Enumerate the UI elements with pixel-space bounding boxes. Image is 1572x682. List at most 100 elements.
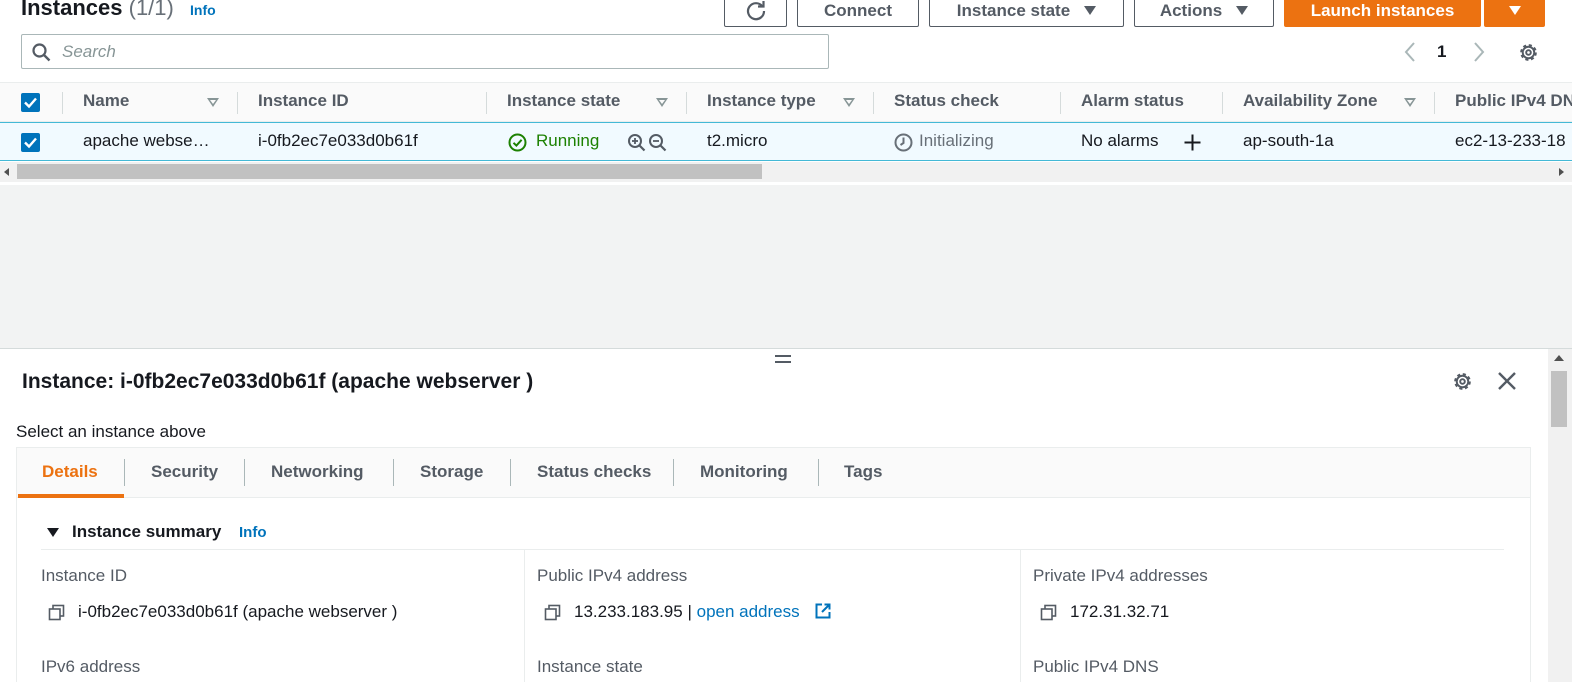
column-header-alarm-status[interactable]: Alarm status (1081, 91, 1184, 111)
zoom-out-icon[interactable] (648, 133, 667, 152)
column-header-name[interactable]: Name (83, 91, 129, 111)
check-circle-icon (508, 133, 527, 152)
column-divider (873, 92, 874, 114)
cell-name: apache webse… (83, 131, 210, 150)
refresh-icon (746, 0, 765, 20)
table-row[interactable]: apache webse… i-0fb2ec7e033d0b61f Runnin… (0, 122, 1572, 161)
column-divider (62, 92, 63, 114)
column-header-instance-id[interactable]: Instance ID (258, 91, 349, 111)
private-ipv4-value: 172.31.32.71 (1070, 602, 1170, 621)
column-divider (237, 92, 238, 114)
connect-label: Connect (824, 0, 892, 20)
cell-alarm-status: No alarms (1081, 131, 1159, 150)
public-ipv4-label: Public IPv4 address (537, 566, 688, 585)
copy-icon[interactable] (48, 604, 65, 621)
scrollbar-thumb[interactable] (17, 164, 762, 179)
column-header-availability-zone[interactable]: Availability Zone (1243, 91, 1377, 111)
tab-storage[interactable]: Storage (420, 462, 483, 482)
caret-down-icon (1508, 6, 1521, 15)
search-input[interactable] (62, 35, 802, 68)
public-ipv4-value-row: 13.233.183.95 | open address (574, 602, 800, 622)
page-title: Instances (1/1) Info (21, 0, 216, 21)
column-divider (1222, 92, 1223, 114)
tab-divider (673, 459, 674, 486)
actions-label: Actions (1159, 0, 1223, 20)
checkmark-icon (24, 97, 37, 109)
tab-security[interactable]: Security (151, 462, 218, 482)
tab-divider (510, 459, 511, 486)
instance-count: (1/1) (128, 0, 174, 20)
scroll-left-icon[interactable] (4, 168, 9, 176)
tab-divider (393, 459, 394, 486)
vertical-scrollbar[interactable] (1548, 349, 1572, 682)
gear-icon[interactable] (1517, 41, 1540, 64)
close-icon[interactable] (1496, 370, 1518, 392)
gear-icon[interactable] (1451, 370, 1474, 393)
cell-instance-id-link[interactable]: i-0fb2ec7e033d0b61f (258, 131, 418, 151)
zoom-in-icon[interactable] (627, 133, 646, 152)
column-header-public-dns[interactable]: Public IPv4 DN (1455, 91, 1572, 111)
launch-options-dropdown[interactable] (1484, 0, 1545, 27)
column-header-instance-state[interactable]: Instance state (507, 91, 620, 111)
tab-networking[interactable]: Networking (271, 462, 364, 482)
search-box[interactable] (21, 34, 829, 69)
tab-monitoring[interactable]: Monitoring (700, 462, 788, 482)
horizontal-scrollbar[interactable] (0, 162, 1572, 182)
column-divider (686, 92, 687, 114)
scroll-right-icon[interactable] (1559, 168, 1564, 176)
column-divider (524, 550, 525, 682)
tab-details[interactable]: Details (42, 462, 98, 482)
sort-icon[interactable] (207, 98, 219, 107)
instance-summary-heading[interactable]: Instance summary (72, 522, 221, 542)
open-address-link[interactable]: open address (697, 602, 800, 621)
cell-instance-type: t2.micro (707, 131, 768, 150)
connect-button[interactable]: Connect (797, 0, 919, 27)
private-ipv4-label: Private IPv4 addresses (1033, 566, 1208, 585)
next-page-icon[interactable] (1470, 40, 1488, 64)
launch-instances-label: Launch instances (1310, 0, 1455, 20)
instance-state-dropdown[interactable]: Instance state (929, 0, 1124, 27)
header-info-link[interactable]: Info (190, 2, 216, 18)
cell-status-check: Initializing (919, 131, 994, 150)
tab-status-checks[interactable]: Status checks (537, 462, 651, 482)
instance-id-label: Instance ID (41, 566, 127, 585)
scrollbar-thumb[interactable] (1551, 371, 1567, 427)
summary-divider (41, 549, 1504, 550)
checkmark-icon (24, 137, 37, 149)
current-page-number[interactable]: 1 (1437, 42, 1446, 62)
public-ipv4-dns-label: Public IPv4 DNS (1033, 657, 1159, 676)
row-checkbox[interactable] (21, 133, 40, 152)
tab-divider (124, 459, 125, 486)
sort-icon[interactable] (843, 98, 855, 107)
caret-down-icon (1236, 6, 1249, 15)
copy-icon[interactable] (1040, 604, 1057, 621)
summary-info-link[interactable]: Info (239, 524, 267, 541)
cell-public-dns: ec2-13-233-18 (1455, 131, 1566, 150)
resize-handle[interactable] (775, 355, 791, 363)
plus-icon[interactable] (1183, 133, 1202, 152)
select-instance-hint: Select an instance above (16, 422, 206, 441)
cell-availability-zone: ap-south-1a (1243, 131, 1334, 150)
column-header-status-check[interactable]: Status check (894, 91, 999, 111)
column-divider (486, 92, 487, 114)
clock-icon (894, 133, 913, 152)
scroll-up-icon[interactable] (1554, 355, 1564, 361)
column-header-instance-type[interactable]: Instance type (707, 91, 816, 111)
select-all-checkbox[interactable] (21, 93, 40, 112)
active-tab-indicator (18, 494, 124, 498)
instance-id-value: i-0fb2ec7e033d0b61f (apache webserver ) (78, 602, 398, 621)
sort-icon[interactable] (656, 98, 668, 107)
launch-instances-button[interactable]: Launch instances (1284, 0, 1481, 27)
previous-page-icon[interactable] (1401, 40, 1419, 64)
copy-icon[interactable] (544, 604, 561, 621)
cell-instance-state: Running (536, 131, 600, 150)
sort-icon[interactable] (1404, 98, 1416, 107)
caret-down-icon[interactable] (47, 528, 59, 537)
actions-dropdown[interactable]: Actions (1134, 0, 1274, 27)
value-separator: | (687, 602, 692, 621)
external-link-icon[interactable] (814, 602, 832, 620)
refresh-button[interactable] (724, 0, 787, 27)
tab-tags[interactable]: Tags (844, 462, 882, 482)
ipv6-address-label: IPv6 address (41, 657, 141, 676)
column-divider (1020, 550, 1021, 682)
